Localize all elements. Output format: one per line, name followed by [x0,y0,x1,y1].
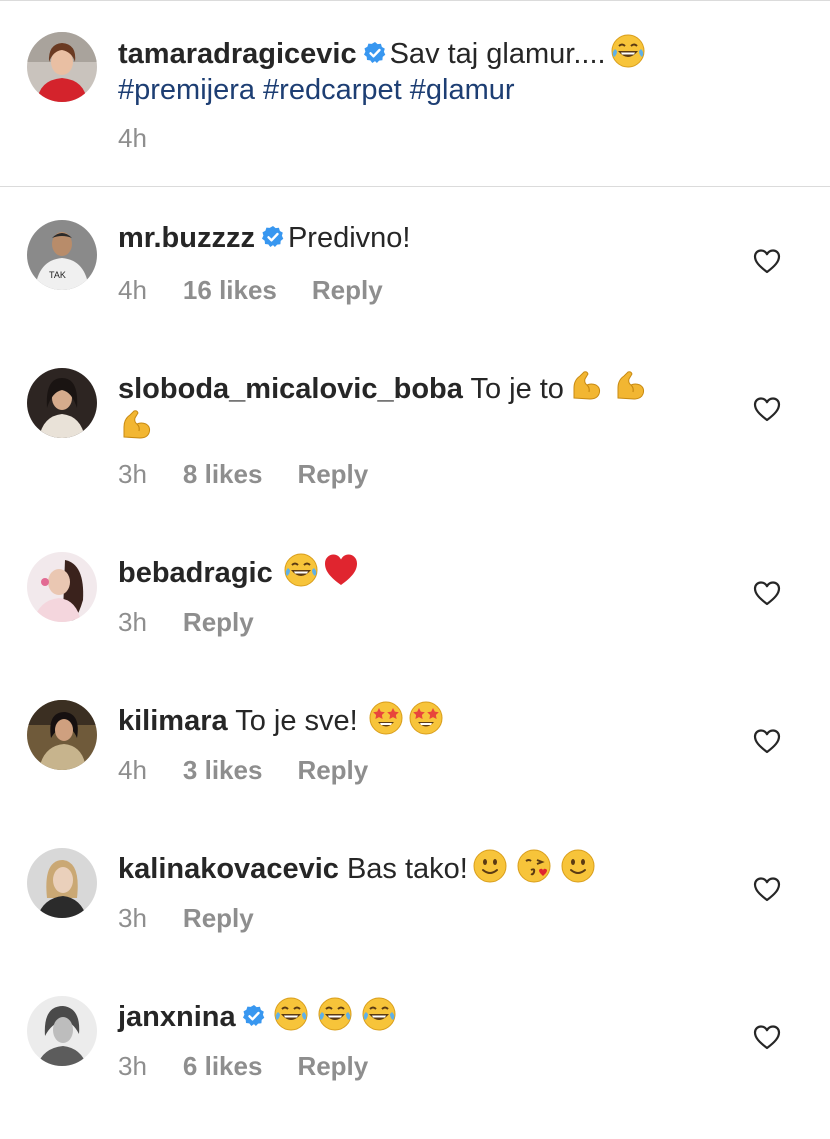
comment-time: 3h [118,607,147,637]
svg-text:TAK: TAK [49,270,66,280]
post-caption: tamaradragicevic Sav taj glamur.... #prem… [0,0,830,187]
slightly-smiling-face-icon [472,848,508,884]
comment-body: Predivno! [287,222,411,254]
comment-username[interactable]: mr.buzzzz [118,222,255,254]
star-struck-icon [408,700,444,736]
comment-likes[interactable]: 3 likes [183,755,263,785]
avatar[interactable] [27,700,97,770]
comment-time: 3h [118,459,147,489]
comment-body: Bas tako! [346,853,468,885]
face-blowing-kiss-icon [516,848,552,884]
comment-time: 3h [118,1051,147,1081]
face-with-tears-of-joy-icon [283,552,319,588]
avatar[interactable] [27,32,97,102]
heart-outline-icon[interactable] [753,728,781,754]
face-with-tears-of-joy-icon [273,996,309,1032]
reply-button[interactable]: Reply [297,755,368,785]
comment-time: 4h [118,275,147,305]
reply-button[interactable]: Reply [312,275,383,305]
reply-button[interactable]: Reply [297,1051,368,1081]
comment-item: janxnina 3h 6 likes Reply [0,991,830,1139]
caption-body: Sav taj glamur.... [389,38,606,70]
verified-badge-icon [242,1004,266,1028]
verified-badge-icon [261,225,285,249]
comment-username[interactable]: kalinakovacevic [118,853,339,885]
comment-username[interactable]: sloboda_micalovic_boba [118,373,463,405]
heart-outline-icon[interactable] [753,248,781,274]
reply-button[interactable]: Reply [183,903,254,933]
comment-time: 4h [118,755,147,785]
comment-body: To je sve! [235,705,358,737]
comment-text: mr.buzzzz Predivno! [118,220,718,256]
avatar[interactable] [27,368,97,438]
caption-time: 4h [118,123,147,153]
verified-badge-icon [363,41,387,65]
heart-outline-icon[interactable] [753,876,781,902]
flexed-biceps-icon [568,368,604,404]
comment-meta: 3h Reply [118,607,289,638]
comment-username[interactable]: kilimara [118,705,228,737]
reply-button[interactable]: Reply [183,607,254,637]
comment-likes[interactable]: 6 likes [183,1051,263,1081]
red-heart-icon [323,552,359,588]
heart-outline-icon[interactable] [753,396,781,422]
comment-likes[interactable]: 8 likes [183,459,263,489]
comment-item: kalinakovacevic Bas tako! 3h Reply [0,843,830,991]
heart-outline-icon[interactable] [753,580,781,606]
comment-meta: 3h 8 likes Reply [118,459,403,490]
heart-outline-icon[interactable] [753,1024,781,1050]
caption-text: tamaradragicevic Sav taj glamur.... #prem… [118,33,718,108]
face-with-tears-of-joy-icon [317,996,353,1032]
comment-item: bebadragic 3h Reply [0,547,830,695]
caption-meta: 4h [118,123,183,154]
face-with-tears-of-joy-icon [361,996,397,1032]
comment-text: sloboda_micalovic_boba To je to [118,368,718,446]
comment-meta: 3h 6 likes Reply [118,1051,403,1082]
reply-button[interactable]: Reply [297,459,368,489]
comment-item: sloboda_micalovic_boba To je to 3h 8 like… [0,363,830,511]
flexed-biceps-icon [612,368,648,404]
comment-item: TAK mr.buzzzz Predivno! 4h 16 likes Reply [0,215,830,363]
caption-hashtags[interactable]: #premijera #redcarpet #glamur [118,72,718,108]
avatar[interactable]: TAK [27,220,97,290]
comment-likes[interactable]: 16 likes [183,275,277,305]
slightly-smiling-face-icon [560,848,596,884]
comment-time: 3h [118,903,147,933]
avatar[interactable] [27,552,97,622]
comment-meta: 4h 3 likes Reply [118,755,403,786]
comment-meta: 4h 16 likes Reply [118,275,418,306]
comment-text: janxnina [118,996,718,1035]
comment-text: kilimara To je sve! [118,700,718,739]
star-struck-icon [368,700,404,736]
comment-text: kalinakovacevic Bas tako! [118,848,718,887]
face-with-tears-of-joy-icon [610,33,646,69]
caption-username[interactable]: tamaradragicevic [118,38,357,70]
avatar[interactable] [27,996,97,1066]
flexed-biceps-icon [118,407,154,443]
comment-item: kilimara To je sve! 4h 3 likes Reply [0,695,830,843]
comment-meta: 3h Reply [118,903,289,934]
comment-username[interactable]: janxnina [118,1001,236,1033]
comment-text: bebadragic [118,552,718,591]
avatar[interactable] [27,848,97,918]
comment-username[interactable]: bebadragic [118,557,273,589]
caption-divider [0,186,830,187]
comment-body: To je to [470,373,564,405]
